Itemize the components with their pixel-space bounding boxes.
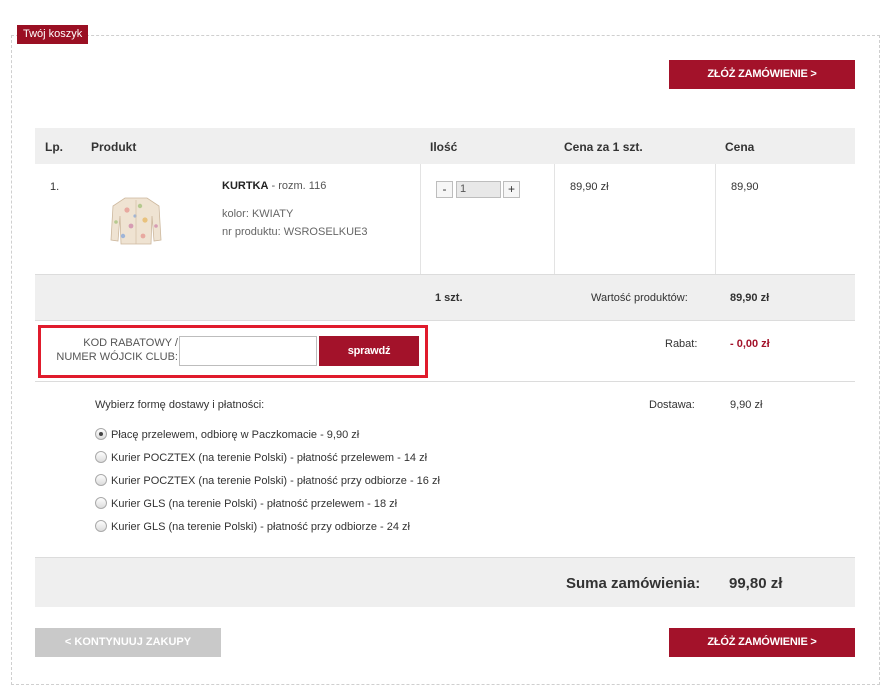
order-total-label: Suma zamówienia: [566, 575, 701, 592]
header-unit-price: Cena za 1 szt. [564, 140, 643, 154]
check-code-button[interactable]: sprawdź [319, 336, 419, 366]
shipping-title: Wybierz formę dostawy i płatności: [95, 399, 265, 411]
row-lp: 1. [50, 181, 60, 193]
radio-button[interactable] [95, 474, 107, 486]
qty-decrease-button[interactable]: - [436, 181, 453, 198]
radio-button[interactable] [95, 520, 107, 532]
radio-button[interactable] [95, 451, 107, 463]
divider [35, 381, 855, 382]
product-color: kolor: KWIATY [222, 208, 294, 220]
row-unit-price: 89,90 zł [570, 181, 609, 193]
cart-table-header: Lp. Produkt Ilość Cena za 1 szt. Cena [35, 128, 855, 164]
radio-button[interactable] [95, 497, 107, 509]
promo-label-line1: KOD RABATOWY / [83, 337, 178, 349]
header-product: Produkt [91, 140, 137, 154]
qty-input[interactable]: 1 [456, 181, 501, 198]
shipping-option-label: Kurier POCZTEX (na terenie Polski) - pła… [111, 475, 440, 487]
shipping-option-label: Kurier GLS (na terenie Polski) - płatnoś… [111, 498, 398, 510]
header-price: Cena [725, 140, 755, 154]
shipping-option-label: Kurier POCZTEX (na terenie Polski) - pła… [111, 452, 428, 464]
product-number: nr produktu: WSROSELKUE3 [222, 226, 368, 238]
header-lp: Lp. [45, 140, 63, 154]
table-row: 1. KURTKA - rozm. 116 kolor: KWIATY nr p… [35, 164, 855, 274]
column-divider [420, 164, 421, 274]
promo-label-line2: NUMER WÓJCIK CLUB: [56, 351, 178, 363]
flowered-jacket-image[interactable] [107, 192, 165, 250]
delivery-value: 9,90 zł [730, 399, 763, 411]
product-size: - rozm. 116 [268, 180, 327, 192]
cart-tab-label: Twój koszyk [17, 25, 89, 44]
product-name-link[interactable]: KURTKA [222, 180, 268, 192]
product-title: KURTKA - rozm. 116 [222, 180, 326, 192]
promo-code-label: KOD RABATOWY / NUMER WÓJCIK CLUB: [44, 336, 178, 364]
header-qty: Ilość [430, 140, 458, 154]
discount-value: - 0,00 zł [730, 338, 770, 350]
continue-shopping-button[interactable]: < KONTYNUUJ ZAKUPY [35, 628, 221, 657]
shipping-option-label: Płacę przelewem, odbiorę w Paczkomacie -… [111, 429, 360, 441]
checkout-button-top[interactable]: ZŁÓŻ ZAMÓWIENIE > [669, 60, 855, 89]
checkout-button-bottom[interactable]: ZŁÓŻ ZAMÓWIENIE > [669, 628, 855, 657]
products-value: 89,90 zł [730, 292, 770, 304]
products-summary-bar: 1 szt. Wartość produktów: 89,90 zł [35, 274, 855, 321]
promo-code-input[interactable] [179, 336, 317, 366]
radio-button[interactable] [95, 428, 107, 440]
order-total-value: 99,80 zł [729, 575, 783, 592]
shipping-option-label: Kurier GLS (na terenie Polski) - płatnoś… [111, 521, 410, 533]
qty-increase-button[interactable]: + [503, 181, 520, 198]
discount-label: Rabat: [665, 338, 698, 350]
qty-total: 1 szt. [435, 292, 463, 304]
row-price: 89,90 [731, 181, 759, 193]
delivery-label: Dostawa: [649, 399, 695, 411]
order-total-bar: Suma zamówienia: 99,80 zł [35, 557, 855, 607]
column-divider [715, 164, 716, 274]
column-divider [554, 164, 555, 274]
products-value-label: Wartość produktów: [591, 292, 688, 304]
